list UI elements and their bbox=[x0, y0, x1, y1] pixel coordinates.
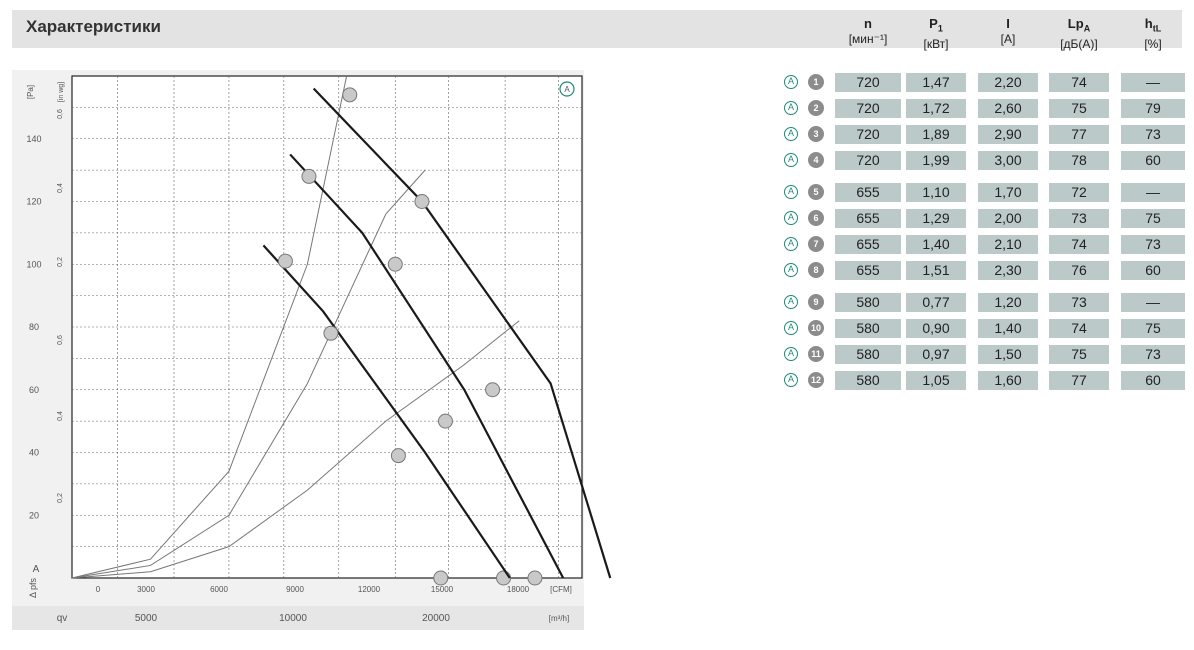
x-tick-label-m3h: 20000 bbox=[422, 613, 450, 624]
x-tick-label-cfm: 3000 bbox=[137, 585, 155, 594]
y-tick-label-pa: 60 bbox=[29, 385, 39, 395]
y-axis-unit-inwg: [in wg] bbox=[58, 82, 65, 102]
x-tick-label-cfm: 18000 bbox=[507, 585, 530, 594]
x-tick-label-cfm: 0 bbox=[96, 585, 101, 594]
operating-point-marker bbox=[414, 194, 430, 209]
operating-point-marker bbox=[496, 570, 512, 586]
operating-point-marker bbox=[390, 448, 406, 464]
x-tick-label-m3h: 5000 bbox=[135, 613, 158, 624]
pressure-axis-subscript: A bbox=[33, 564, 40, 575]
operating-point-marker bbox=[485, 382, 501, 398]
chart-marker-label: A bbox=[564, 85, 570, 94]
y-tick-label-pa: 140 bbox=[26, 134, 41, 144]
fan-performance-chart: 20 40 60 80 100 120 140 [Pa] 0,2 0,4 0,6 0,2 0,4 0,6 [… bbox=[12, 70, 612, 630]
y-tick-label-inwg: 0,2 bbox=[57, 257, 64, 267]
flow-axis-symbol: qv bbox=[57, 613, 68, 624]
y-tick-label-inwg: 0,6 bbox=[57, 109, 64, 119]
x-tick-label-cfm: 15000 bbox=[431, 585, 454, 594]
operating-point-marker bbox=[437, 413, 453, 429]
operating-point-marker bbox=[527, 570, 543, 586]
y-tick-label-inwg: 0,4 bbox=[57, 183, 64, 193]
operating-point-marker bbox=[433, 570, 449, 586]
y-tick-label-inwg: 0,4 bbox=[57, 411, 64, 421]
x-tick-label-m3h: 10000 bbox=[279, 613, 307, 624]
x-axis-unit-m3h: [m³/h] bbox=[549, 614, 569, 623]
y-tick-label-pa: 120 bbox=[26, 197, 41, 207]
x-tick-label-cfm: 6000 bbox=[210, 585, 228, 594]
operating-point-marker bbox=[323, 325, 339, 341]
y-tick-label-inwg: 0,6 bbox=[57, 335, 64, 345]
operating-point-marker bbox=[387, 256, 403, 272]
x-tick-label-cfm: 12000 bbox=[358, 585, 381, 594]
y-tick-label-pa: 100 bbox=[26, 259, 41, 269]
x-axis-unit-cfm: [CFM] bbox=[550, 585, 572, 594]
y-tick-label-pa: 40 bbox=[29, 448, 39, 458]
y-tick-label-pa: 80 bbox=[29, 322, 39, 332]
operating-point-marker bbox=[342, 87, 358, 103]
y-tick-label-pa: 20 bbox=[29, 510, 39, 520]
x-tick-label-cfm: 9000 bbox=[286, 585, 304, 594]
operating-point-marker bbox=[277, 253, 293, 269]
y-tick-label-inwg: 0,2 bbox=[57, 493, 64, 503]
pressure-axis-symbol: Δ pfs bbox=[28, 577, 38, 598]
operating-point-marker bbox=[301, 168, 317, 184]
y-axis-unit-pa: [Pa] bbox=[26, 85, 35, 99]
